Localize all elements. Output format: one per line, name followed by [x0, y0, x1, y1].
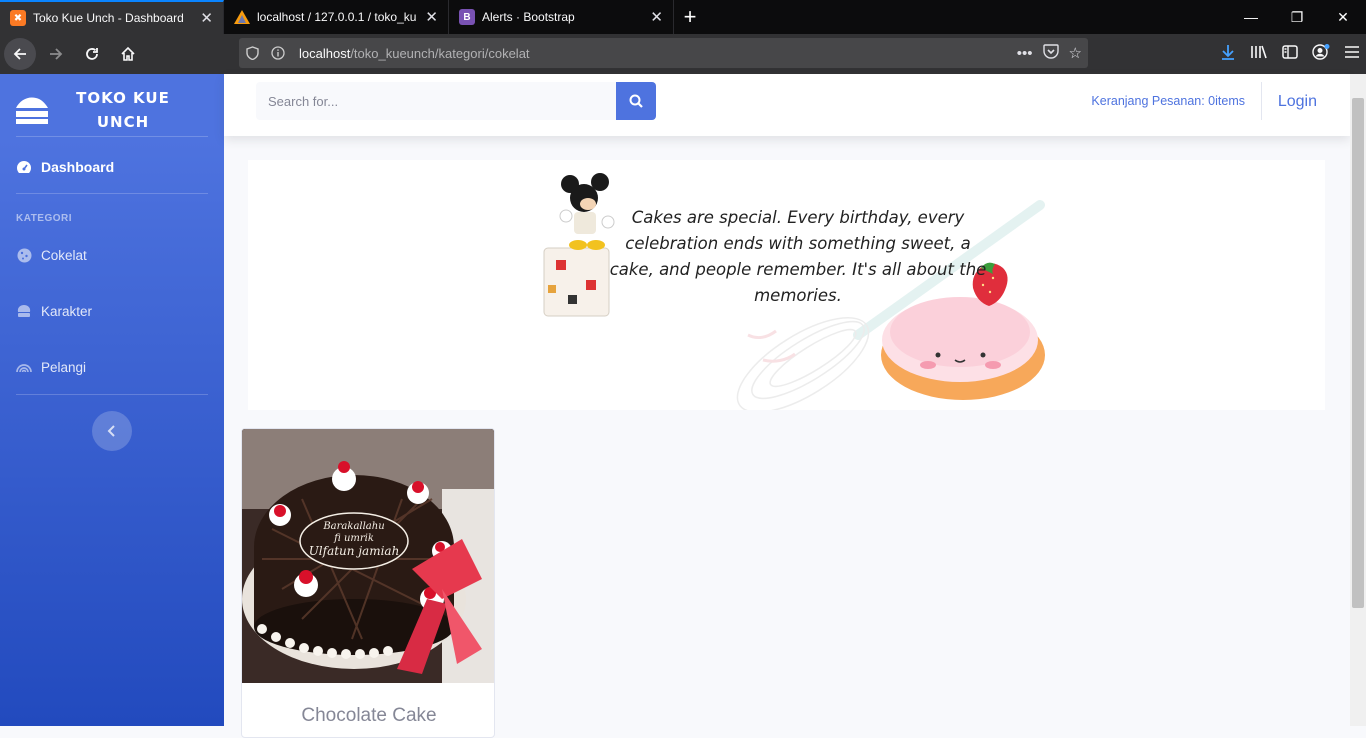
main-content: Cakes are special. Every birthday, every…	[224, 136, 1350, 738]
rainbow-icon	[16, 359, 32, 375]
reload-icon	[86, 48, 98, 60]
arrow-left-icon	[13, 48, 26, 60]
home-button[interactable]	[112, 38, 144, 70]
banner-quote: Cakes are special. Every birthday, every…	[609, 208, 987, 305]
cookie-icon	[16, 247, 32, 263]
close-tab-icon[interactable]: ✕	[650, 8, 663, 26]
account-icon[interactable]	[1312, 44, 1330, 64]
tab-title: Alerts · Bootstrap	[482, 10, 575, 24]
sidebar-item-pelangi[interactable]: Pelangi	[16, 355, 208, 379]
menu-icon[interactable]	[1344, 45, 1360, 63]
product-card[interactable]: Barakallahu fi umrik Ulfatun jamiah Choc…	[241, 428, 495, 738]
cake-inscription: fi umrik	[333, 533, 374, 544]
browser-tab-bar: ✖ Toko Kue Unch - Dashboard ✕ localhost …	[0, 0, 1366, 34]
library-icon[interactable]	[1250, 44, 1268, 64]
bootstrap-icon: B	[459, 9, 475, 25]
topbar: Keranjang Pesanan: 0items Login	[224, 74, 1350, 136]
sidebar: TOKO KUE UNCH Dashboard KATEGORI Cokelat…	[0, 74, 224, 726]
back-button[interactable]	[4, 38, 36, 70]
brand-name: TOKO KUE UNCH	[76, 89, 170, 131]
reload-button[interactable]	[76, 38, 108, 70]
page: TOKO KUE UNCH Dashboard KATEGORI Cokelat…	[0, 74, 1366, 738]
pocket-icon[interactable]	[1042, 43, 1059, 63]
forward-button[interactable]	[40, 38, 72, 70]
download-icon[interactable]	[1220, 44, 1236, 64]
close-tab-icon[interactable]: ✕	[200, 9, 213, 27]
browser-tab-dashboard[interactable]: ✖ Toko Kue Unch - Dashboard ✕	[0, 0, 224, 34]
character-illustration	[543, 173, 615, 317]
browser-toolbar	[1220, 34, 1360, 74]
cake-inscription: Barakallahu	[322, 521, 384, 532]
topbar-divider	[1261, 82, 1262, 120]
search-button[interactable]	[616, 82, 656, 120]
home-icon	[121, 46, 135, 61]
tachometer-icon	[16, 159, 32, 175]
arrow-right-icon	[50, 48, 63, 60]
sidebar-divider	[16, 136, 208, 137]
hat-icon	[16, 303, 32, 319]
chevron-left-icon	[107, 425, 115, 437]
cake-inscription: Ulfatun jamiah	[309, 544, 400, 558]
cake-slice-icon	[16, 97, 48, 124]
page-actions-icon[interactable]: •••	[1017, 45, 1033, 62]
scrollbar-thumb[interactable]	[1352, 98, 1364, 608]
browser-nav-bar: localhost/toko_kueunch/kategori/cokelat …	[0, 34, 1366, 74]
banner-image: Cakes are special. Every birthday, every…	[248, 160, 1325, 413]
phpmyadmin-icon	[234, 9, 250, 25]
close-tab-icon[interactable]: ✕	[425, 8, 438, 26]
restore-button[interactable]: ❐	[1274, 0, 1320, 34]
banner-quote-wrap: Cakes are special. Every birthday, every…	[609, 208, 987, 305]
search-icon	[629, 94, 643, 108]
tab-title: localhost / 127.0.0.1 / toko_kue	[257, 10, 418, 24]
url-bar[interactable]: localhost/toko_kueunch/kategori/cokelat …	[239, 38, 1088, 68]
info-icon[interactable]	[265, 46, 291, 60]
sidebar-item-label: Cokelat	[41, 247, 87, 263]
url-path: /toko_kueunch/kategori/cokelat	[350, 45, 530, 61]
sidebar-item-label: Pelangi	[41, 359, 87, 375]
minimize-button[interactable]: —	[1228, 0, 1274, 34]
product-image[interactable]: Barakallahu fi umrik Ulfatun jamiah	[242, 429, 494, 683]
search-form	[256, 82, 656, 120]
sidebar-item-cokelat[interactable]: Cokelat	[16, 243, 208, 267]
cart-link[interactable]: Keranjang Pesanan: 0items	[1091, 94, 1245, 108]
new-tab-button[interactable]: +	[674, 0, 706, 34]
url-text: localhost/toko_kueunch/kategori/cokelat	[299, 46, 530, 61]
shield-icon[interactable]	[239, 46, 265, 60]
sidebar-toggle-icon[interactable]	[1282, 45, 1298, 63]
sidebar-divider	[16, 394, 208, 395]
xampp-icon: ✖	[10, 10, 26, 26]
sidebar-item-dashboard[interactable]: Dashboard	[16, 155, 208, 179]
sidebar-heading: KATEGORI	[16, 213, 73, 224]
url-host: localhost	[299, 45, 351, 61]
window-controls: — ❐ ✕	[1228, 0, 1366, 34]
close-window-button[interactable]: ✕	[1320, 0, 1366, 34]
browser-tab-bootstrap[interactable]: B Alerts · Bootstrap ✕	[449, 0, 674, 34]
browser-tab-phpmyadmin[interactable]: localhost / 127.0.0.1 / toko_kue ✕	[224, 0, 449, 34]
search-input[interactable]	[256, 82, 616, 120]
login-link[interactable]: Login	[1278, 93, 1317, 111]
sidebar-toggle-button[interactable]	[92, 411, 132, 451]
sidebar-divider	[16, 193, 208, 194]
tab-title: Toko Kue Unch - Dashboard	[33, 11, 184, 25]
sidebar-brand[interactable]: TOKO KUE UNCH	[16, 82, 208, 138]
sidebar-item-karakter[interactable]: Karakter	[16, 299, 208, 323]
bookmark-star-icon[interactable]: ☆	[1069, 44, 1082, 62]
sidebar-item-label: Dashboard	[41, 159, 115, 175]
sidebar-item-label: Karakter	[41, 303, 93, 319]
product-title[interactable]: Chocolate Cake	[242, 705, 494, 727]
url-actions: ••• ☆	[1017, 38, 1082, 68]
